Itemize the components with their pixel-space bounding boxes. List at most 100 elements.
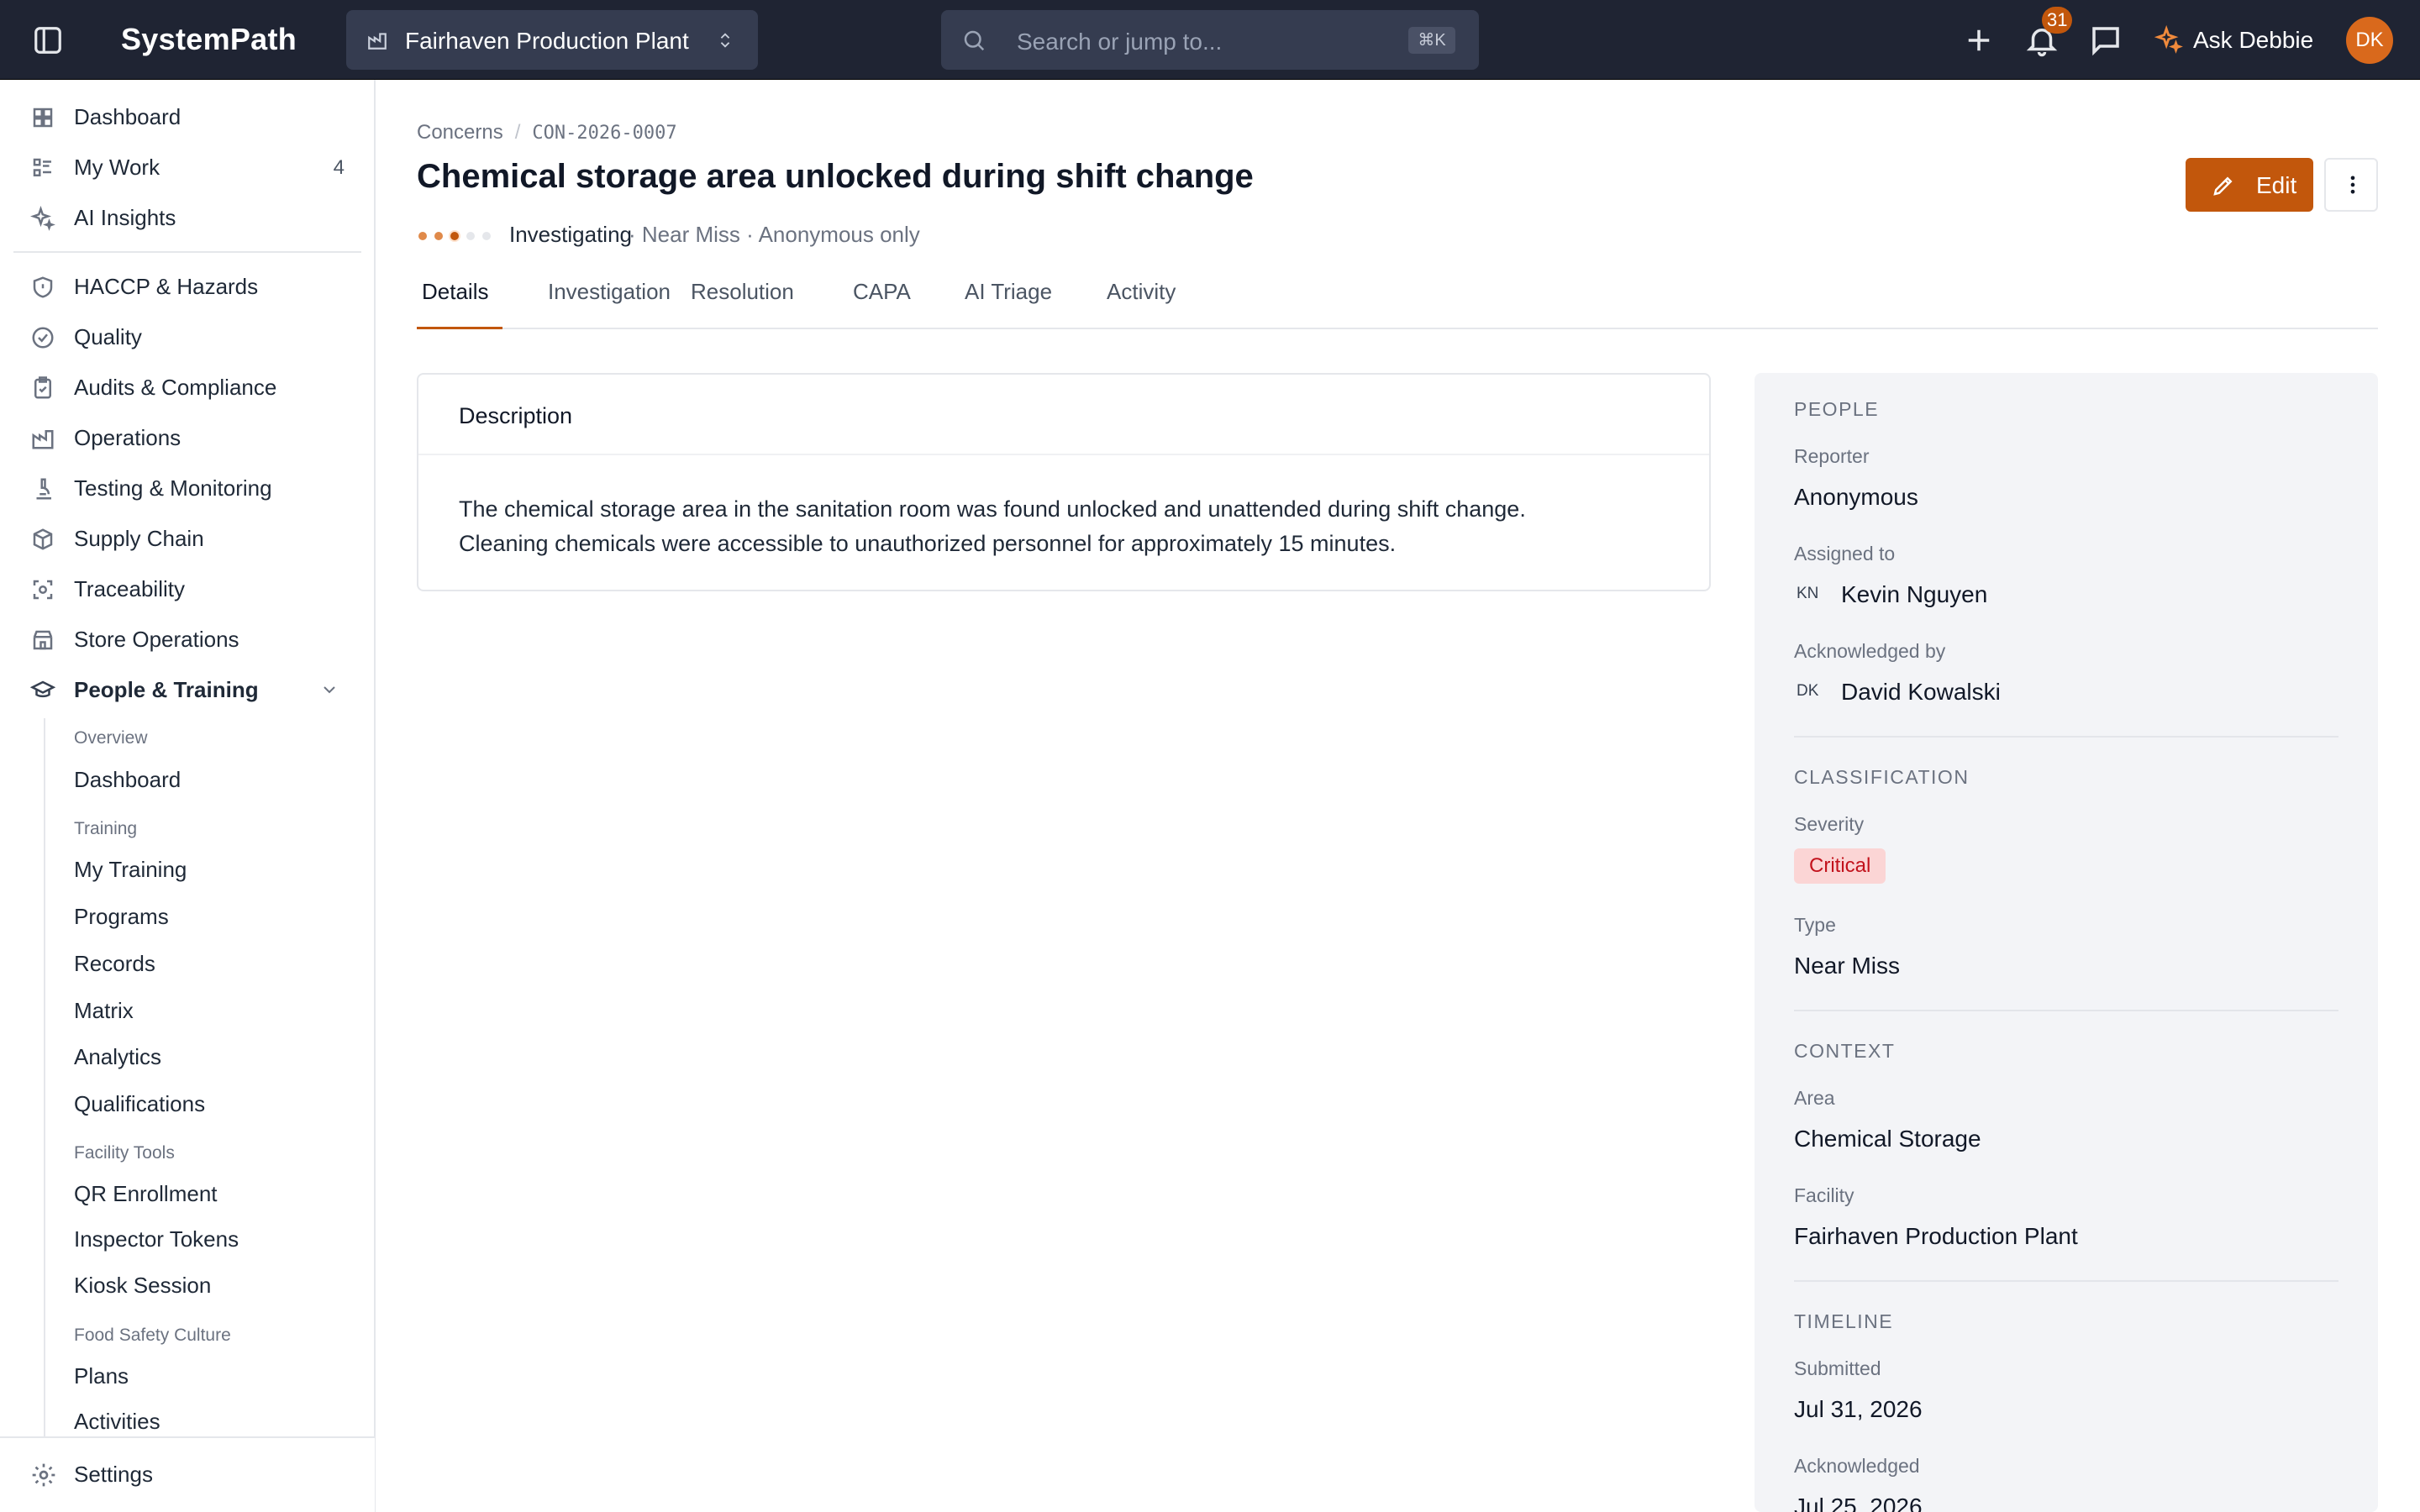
severity-label: Severity [1794,813,1865,835]
top-bar: SystemPath Fairhaven Production Plant Se… [0,0,2420,80]
more-vertical-icon [2350,176,2355,194]
section-heading-context: CONTEXT [1794,1040,1896,1062]
acknowledger-name[interactable]: David Kowalski [1841,679,2001,706]
sidebar-item-label: Supply Chain [74,526,204,551]
submenu-item[interactable]: Inspector Tokens [74,1226,239,1252]
submenu-item[interactable]: Analytics [74,1044,161,1070]
type-value: Near Miss [1794,953,1901,979]
breadcrumb: Concerns / CON-2026-0007 [417,121,677,144]
user-avatar[interactable]: DK [2346,17,2393,64]
tab-ai-triage[interactable]: AI Triage [965,279,1052,329]
description-heading: Description [459,403,573,428]
section-heading-timeline: TIMELINE [1794,1310,1894,1332]
sidebar-item-label: Testing & Monitoring [74,475,272,501]
sidebar-item-my-work[interactable]: My Work 4 [0,144,375,191]
clipboard-icon [34,376,51,399]
sidebar: Dashboard My Work 4 AI Insights HACCP & … [0,80,376,1512]
sidebar-item-label: Operations [74,425,182,450]
graduation-cap-icon [30,680,55,698]
status-meta: · Near Miss · Anonymous only [629,222,920,247]
tab-resolution[interactable]: Resolution [691,279,794,329]
plus-icon[interactable] [1961,23,1996,58]
submenu-item[interactable]: Matrix [74,998,134,1024]
sidebar-item-label: AI Insights [74,205,176,230]
area-value: Chemical Storage [1794,1126,1981,1152]
submitted-label: Submitted [1794,1357,1881,1379]
ask-assistant-button[interactable]: Ask Debbie [2193,27,2313,54]
sidebar-item-haccp[interactable]: HACCP & Hazards [0,263,375,310]
severity-badge: Critical [1794,848,1886,884]
submenu-guide-line [44,718,45,1512]
breadcrumb-link-concerns[interactable]: Concerns [417,121,503,144]
submenu-item[interactable]: Programs [74,904,169,930]
area-label: Area [1794,1087,1835,1109]
assignee-name[interactable]: Kevin Nguyen [1841,581,1987,608]
assignee-avatar: KN [1797,585,1819,602]
sidebar-item-settings[interactable]: Settings [0,1436,375,1512]
tab-capa[interactable]: CAPA [853,279,911,329]
submenu-item[interactable]: QR Enrollment [74,1181,218,1207]
tab-details[interactable]: Details [417,279,502,329]
site-picker[interactable]: Fairhaven Production Plant [346,10,758,70]
acknowledged-date: Jul 25, 2026 [1794,1494,1923,1512]
scan-icon [33,580,53,600]
status-progress-dots [418,230,491,242]
section-heading-classification: CLASSIFICATION [1794,766,1970,788]
reporter-label: Reporter [1794,445,1870,467]
search-shortcut: ⌘K [1408,27,1455,54]
submenu-item[interactable]: Activities [74,1409,160,1435]
store-icon [33,630,53,650]
sidebar-item-operations[interactable]: Operations [0,414,375,461]
sidebar-divider [13,251,361,253]
microscope-icon [36,478,51,500]
sidebar-item-label: Quality [74,324,142,349]
breadcrumb-current-id: CON-2026-0007 [532,123,677,144]
sidebar-item-label: Dashboard [74,104,182,129]
brand-logo[interactable]: SystemPath [121,22,297,57]
sidebar-item-supply-chain[interactable]: Supply Chain [0,515,375,562]
list-icon [33,158,51,176]
facility-label: Facility [1794,1184,1854,1206]
description-line: The chemical storage area in the sanitat… [459,496,1526,522]
settings-label: Settings [74,1462,153,1487]
chevron-down-icon[interactable] [319,680,339,700]
sparkle-icon [2154,25,2183,54]
submitted-date: Jul 31, 2026 [1794,1396,1923,1422]
section-heading-people: PEOPLE [1794,398,1880,420]
submenu-item[interactable]: My Training [74,857,187,883]
sidebar-item-quality[interactable]: Quality [0,313,375,360]
sidebar-item-label: Store Operations [74,627,239,652]
more-actions-button[interactable] [2324,158,2378,212]
sidebar-item-audits[interactable]: Audits & Compliance [0,364,375,411]
reporter-value: Anonymous [1794,484,1918,510]
section-divider [1794,736,2338,738]
sidebar-item-dashboard[interactable]: Dashboard [0,93,375,140]
acknowledger-avatar: DK [1797,682,1819,700]
submenu-item[interactable]: Records [74,951,155,977]
submenu-item[interactable]: Plans [74,1363,129,1389]
sidebar-item-label: HACCP & Hazards [74,274,259,299]
search-input[interactable]: Search or jump to... ⌘K [941,10,1479,70]
sidebar-item-ai-insights[interactable]: AI Insights [0,194,375,241]
sidebar-item-people-training[interactable]: People & Training [0,666,375,713]
edit-button[interactable]: Edit [2186,158,2313,212]
sidebar-item-store-operations[interactable]: Store Operations [0,616,375,663]
sidebar-toggle-icon[interactable] [32,24,64,56]
tab-investigation[interactable]: Investigation [548,279,671,329]
description-text: The chemical storage area in the sanitat… [459,492,1669,561]
sidebar-item-testing[interactable]: Testing & Monitoring [0,465,375,512]
breadcrumb-separator: / [514,121,521,144]
visibility-label: Anonymous only [758,222,920,247]
assigned-label: Assigned to [1794,543,1896,564]
submenu-item[interactable]: Qualifications [74,1091,205,1117]
tab-activity[interactable]: Activity [1107,279,1176,329]
submenu-item[interactable]: Kiosk Session [74,1273,211,1299]
chevron-up-down-icon [720,33,730,48]
grid-icon [33,108,53,128]
chat-icon[interactable] [2088,23,2123,58]
search-icon [964,30,985,51]
sidebar-item-traceability[interactable]: Traceability [0,565,375,612]
submenu-heading: Facility Tools [74,1143,175,1163]
submenu-heading: Food Safety Culture [74,1326,231,1345]
submenu-item[interactable]: Dashboard [74,767,181,793]
